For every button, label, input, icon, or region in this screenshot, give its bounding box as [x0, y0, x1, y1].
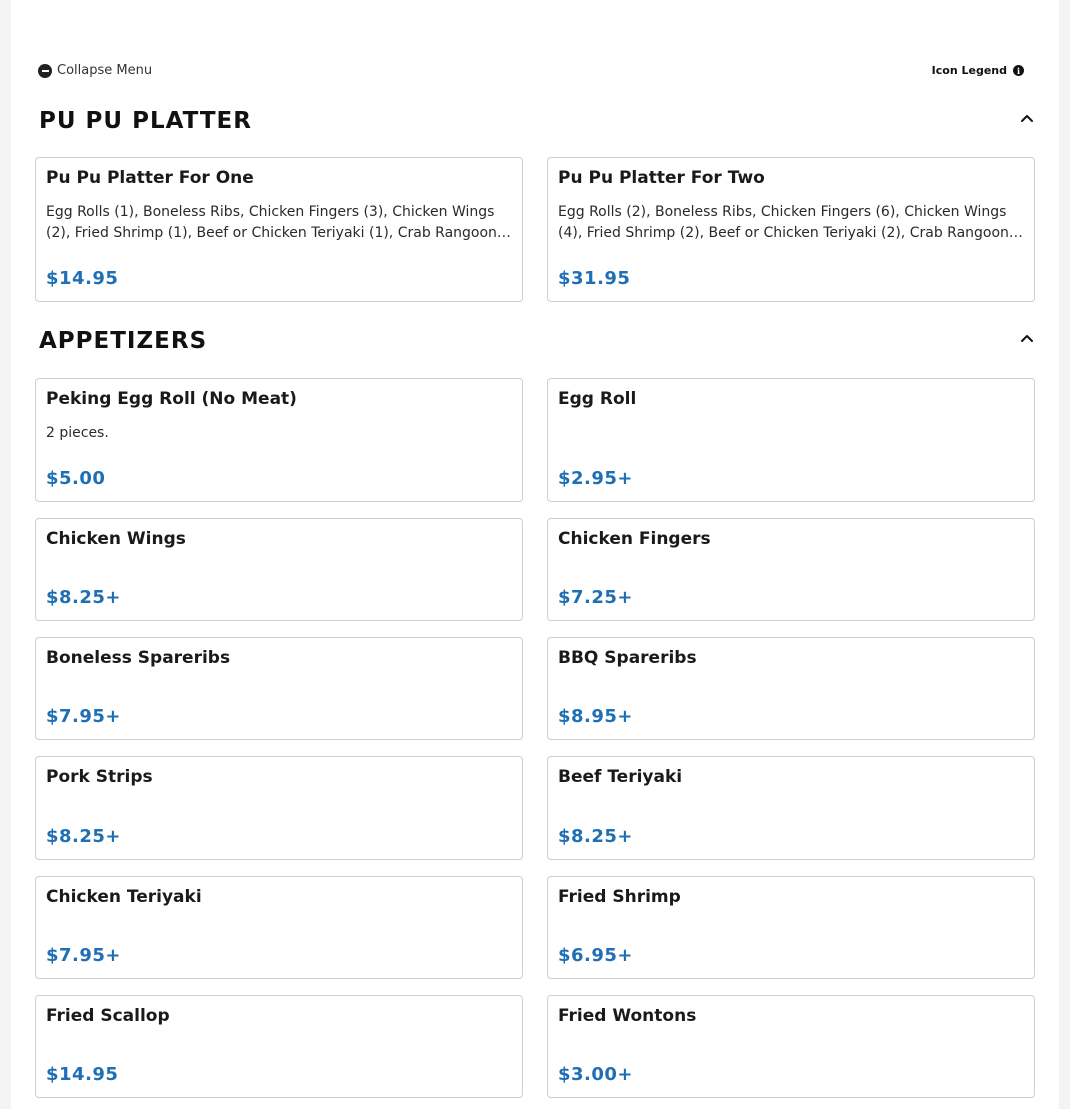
chevron-up-icon[interactable] — [1019, 330, 1035, 346]
section-title: PU PU PLATTER — [39, 108, 252, 134]
minus-circle-icon — [38, 63, 52, 78]
menu-item-name: Chicken Wings — [46, 529, 186, 549]
menu-item-name: Boneless Spareribs — [46, 648, 231, 668]
menu-item-card[interactable]: Pu Pu Platter For Two Egg Rolls (2), Bon… — [547, 157, 1035, 302]
menu-item-price: $8.95+ — [558, 706, 634, 727]
icon-legend-label: Icon Legend — [931, 64, 1007, 77]
menu-item-card[interactable]: Pork Strips $8.25+ — [35, 756, 523, 860]
menu-item-card[interactable]: Egg Roll $2.95+ — [547, 378, 1035, 502]
menu-item-price: $3.00+ — [558, 1064, 634, 1085]
menu-item-price: $5.00 — [46, 468, 106, 489]
menu-item-card[interactable]: Peking Egg Roll (No Meat) 2 pieces. $5.0… — [35, 378, 523, 502]
menu-item-card[interactable]: Pu Pu Platter For One Egg Rolls (1), Bon… — [35, 157, 523, 302]
section-header-pu-pu-platter[interactable]: PU PU PLATTER — [39, 108, 1035, 142]
menu-item-name: Fried Wontons — [558, 1006, 697, 1026]
menu-item-name: Pu Pu Platter For One — [46, 168, 254, 188]
menu-item-card[interactable]: Boneless Spareribs $7.95+ — [35, 637, 523, 740]
menu-item-name: Pork Strips — [46, 767, 153, 787]
menu-item-card[interactable]: Fried Shrimp $6.95+ — [547, 876, 1035, 979]
menu-item-card[interactable]: Chicken Teriyaki $7.95+ — [35, 876, 523, 979]
menu-item-price: $7.95+ — [46, 706, 122, 727]
menu-item-name: Fried Scallop — [46, 1006, 170, 1026]
menu-item-name: Peking Egg Roll (No Meat) — [46, 389, 297, 409]
menu-item-description: 2 pieces. — [46, 425, 109, 441]
menu-item-price: $8.25+ — [46, 826, 122, 847]
menu-item-card[interactable]: Fried Wontons $3.00+ — [547, 995, 1035, 1098]
menu-item-card[interactable]: Chicken Fingers $7.25+ — [547, 518, 1035, 621]
menu-item-card[interactable]: Chicken Wings $8.25+ — [35, 518, 523, 621]
collapse-menu-button[interactable]: Collapse Menu — [38, 63, 152, 78]
collapse-menu-label: Collapse Menu — [57, 63, 153, 78]
section-title: APPETIZERS — [39, 328, 208, 354]
menu-item-price: $8.25+ — [558, 826, 634, 847]
menu-item-price: $14.95 — [46, 268, 119, 289]
menu-item-name: Egg Roll — [558, 389, 637, 409]
menu-item-description: Egg Rolls (2), Boneless Ribs, Chicken Fi… — [558, 204, 1009, 241]
menu-item-card[interactable]: Beef Teriyaki $8.25+ — [547, 756, 1035, 860]
menu-toolbar: Collapse Menu Icon Legend i — [38, 63, 1038, 81]
menu-item-price: $8.25+ — [46, 587, 122, 608]
menu-item-name: Chicken Fingers — [558, 529, 711, 549]
menu-item-name: Chicken Teriyaki — [46, 887, 202, 907]
menu-item-name: BBQ Spareribs — [558, 648, 697, 668]
menu-item-price: $14.95 — [46, 1064, 119, 1085]
menu-item-description: Egg Rolls (1), Boneless Ribs, Chicken Fi… — [46, 204, 497, 241]
menu-item-card[interactable]: Fried Scallop $14.95 — [35, 995, 523, 1098]
menu-item-price: $6.95+ — [558, 945, 634, 966]
menu-item-price: $31.95 — [558, 268, 631, 289]
menu-item-name: Pu Pu Platter For Two — [558, 168, 765, 188]
chevron-up-icon[interactable] — [1019, 110, 1035, 126]
section-header-appetizers[interactable]: APPETIZERS — [39, 328, 1035, 362]
menu-item-name: Beef Teriyaki — [558, 767, 683, 787]
menu-item-price: $2.95+ — [558, 468, 634, 489]
menu-item-price: $7.95+ — [46, 945, 122, 966]
menu-item-name: Fried Shrimp — [558, 887, 681, 907]
menu-page: Collapse Menu Icon Legend i PU PU PLATTE… — [11, 0, 1059, 1109]
menu-item-price: $7.25+ — [558, 587, 634, 608]
icon-legend-button[interactable]: Icon Legend i — [932, 64, 1024, 77]
info-icon: i — [1013, 65, 1024, 76]
menu-item-card[interactable]: BBQ Spareribs $8.95+ — [547, 637, 1035, 740]
